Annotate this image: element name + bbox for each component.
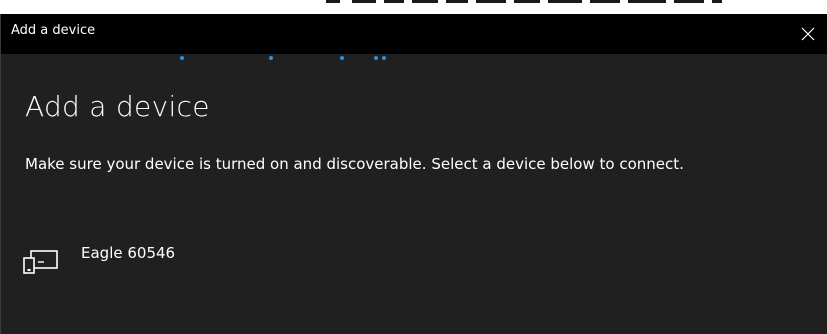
progress-dot <box>374 56 378 60</box>
progress-dot <box>180 56 184 60</box>
close-button[interactable] <box>793 19 823 49</box>
instructions-text: Make sure your device is turned on and d… <box>25 155 684 173</box>
progress-dot <box>340 56 344 60</box>
background-strip <box>0 0 827 14</box>
window-title: Add a device <box>11 23 96 38</box>
progress-dot <box>382 56 386 60</box>
add-device-dialog: Add a device Add a device Make sure your… <box>0 14 827 334</box>
page-title: Add a device <box>25 90 210 123</box>
device-list-item[interactable]: Eagle 60546 <box>19 236 319 276</box>
title-bar: Add a device <box>1 14 827 54</box>
progress-dot <box>269 56 273 60</box>
close-icon <box>801 27 815 41</box>
progress-indicator <box>1 54 827 62</box>
display-device-icon <box>23 250 58 274</box>
device-name: Eagle 60546 <box>81 244 176 262</box>
